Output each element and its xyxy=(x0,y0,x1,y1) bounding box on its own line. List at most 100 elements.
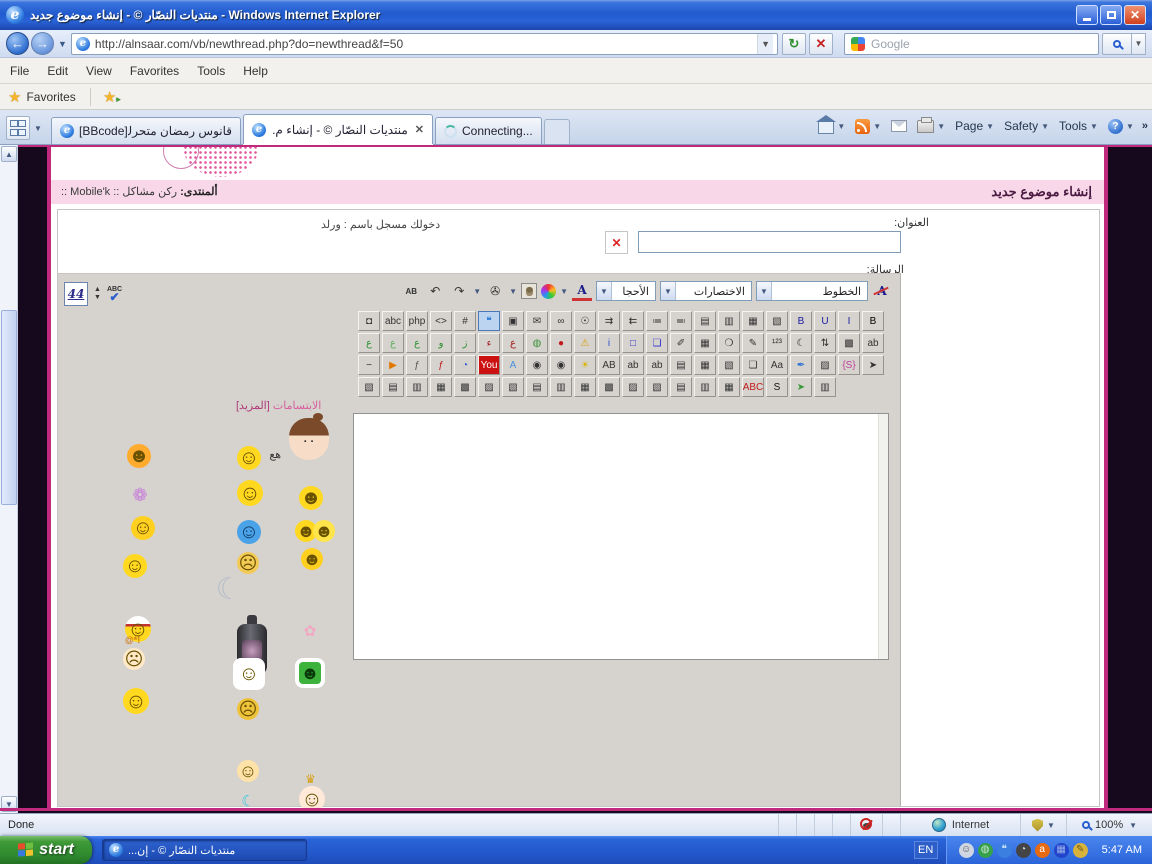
editor-tool-button-r3c18[interactable]: Aa xyxy=(766,355,788,375)
editor-tool-button-r1c2[interactable]: abc xyxy=(382,311,404,331)
editor-tool-button-r3c3[interactable]: ƒ xyxy=(406,355,428,375)
editor-tool-button-r1c12[interactable]: ⇇ xyxy=(622,311,644,331)
read-mail-button[interactable] xyxy=(891,120,907,132)
smiley-plain-13[interactable]: ☾ xyxy=(211,572,247,608)
editor-tool-button-r4c13[interactable]: ▧ xyxy=(646,377,668,397)
editor-tool-button-r3c6[interactable]: You xyxy=(478,355,500,375)
editor-tool-button-r4c20[interactable]: ▥ xyxy=(814,377,836,397)
redo-button[interactable]: ↷ xyxy=(449,281,469,301)
smiley-face-8[interactable]: ☺ xyxy=(237,520,261,544)
editor-tool-button-r4c16[interactable]: ▦ xyxy=(718,377,740,397)
print-button[interactable]: ▼ xyxy=(917,120,945,133)
editor-tool-button-r3c5[interactable]: ◔ xyxy=(454,355,476,375)
editor-tool-button-r4c7[interactable]: ▧ xyxy=(502,377,524,397)
editor-tool-button-r3c9[interactable]: ◉ xyxy=(550,355,572,375)
editor-tool-button-r2c7[interactable]: ع xyxy=(502,333,524,353)
smiley-face-4[interactable]: ☺ xyxy=(237,480,263,506)
font-select[interactable]: ▼الخطوط xyxy=(756,281,868,301)
menu-help[interactable]: Help xyxy=(243,64,268,78)
tray-status-smiley-icon[interactable]: ☺ xyxy=(959,843,974,858)
editor-tool-button-r1c10[interactable]: ☉ xyxy=(574,311,596,331)
back-button[interactable]: ← xyxy=(6,32,29,55)
image-dropdown[interactable]: ▼ xyxy=(509,287,517,296)
start-button[interactable]: start xyxy=(0,836,92,864)
font-color-icon[interactable] xyxy=(541,284,556,299)
editor-tool-button-r3c17[interactable]: ❏ xyxy=(742,355,764,375)
smiley-pair-9[interactable] xyxy=(295,520,335,542)
tab-close-icon[interactable]: ✕ xyxy=(415,123,424,136)
editor-tool-button-r2c21[interactable]: ▩ xyxy=(838,333,860,353)
editor-tool-button-r3c19[interactable]: ✒ xyxy=(790,355,812,375)
breadcrumb[interactable]: ألمنتدى: ركن مشاكل :: Mobile'k :: xyxy=(61,185,218,198)
menu-view[interactable]: View xyxy=(86,64,112,78)
text-direction-button[interactable]: AB xyxy=(401,281,421,301)
shortcuts-select[interactable]: ▼الاختصارات xyxy=(660,281,752,301)
editor-tool-button-r2c9[interactable]: ● xyxy=(550,333,572,353)
forward-button[interactable]: → xyxy=(31,32,54,55)
menu-file[interactable]: File xyxy=(10,64,29,78)
protected-mode-indicator[interactable]: ▼ xyxy=(1020,814,1066,836)
taskbar-window-button[interactable]: e منتديات النصّار © - إن... xyxy=(102,839,307,861)
tray-notes-icon[interactable]: ▦ xyxy=(1054,843,1069,858)
editor-tool-button-r3c20[interactable]: ▨ xyxy=(814,355,836,375)
refresh-button[interactable]: ↻ xyxy=(782,33,806,55)
new-tab-button[interactable] xyxy=(544,119,570,144)
menu-favorites[interactable]: Favorites xyxy=(130,64,179,78)
editor-tool-button-r2c10[interactable]: ⚠ xyxy=(574,333,596,353)
size-select[interactable]: ▼الأحجا xyxy=(596,281,656,301)
attachment-icon[interactable]: ✇ xyxy=(485,281,505,301)
resize-editor-control[interactable]: ▲▼ xyxy=(94,286,101,303)
restore-button[interactable] xyxy=(1100,5,1122,25)
language-indicator[interactable]: EN xyxy=(914,841,938,859)
editor-tool-button-r1c21[interactable]: I xyxy=(838,311,860,331)
editor-tool-button-r2c14[interactable]: ✐ xyxy=(670,333,692,353)
stop-button[interactable]: ✕ xyxy=(809,33,833,55)
editor-tool-button-r4c11[interactable]: ▩ xyxy=(598,377,620,397)
editor-tool-button-r4c3[interactable]: ▥ xyxy=(406,377,428,397)
help-button[interactable]: ?▼ xyxy=(1108,119,1134,134)
font-size-box[interactable]: 44 xyxy=(64,282,88,306)
editor-tool-button-r1c11[interactable]: ⇉ xyxy=(598,311,620,331)
smiley-face-7[interactable]: ☺ xyxy=(131,516,155,540)
editor-tool-button-r3c8[interactable]: ◉ xyxy=(526,355,548,375)
editor-tool-button-r4c14[interactable]: ▤ xyxy=(670,377,692,397)
editor-tool-button-r2c20[interactable]: ⇅ xyxy=(814,333,836,353)
editor-tool-button-r2c12[interactable]: □ xyxy=(622,333,644,353)
search-button[interactable] xyxy=(1102,33,1132,55)
browser-tab-1[interactable]: e[BBcode] قانوس رمضان متحرك... xyxy=(51,117,241,144)
menu-tools[interactable]: Tools xyxy=(197,64,225,78)
browser-tab-2[interactable]: eمنتديات النصّار © - إنشاء م...✕ xyxy=(243,114,433,144)
editor-tool-button-r4c6[interactable]: ▨ xyxy=(478,377,500,397)
smiley-face-24[interactable]: ☺ xyxy=(237,760,259,782)
editor-tool-button-r3c21[interactable]: {S} xyxy=(838,355,860,375)
remove-format-button[interactable]: A xyxy=(872,281,892,301)
editor-tool-button-r1c6[interactable]: ❝ xyxy=(478,311,500,331)
privacy-blocked-indicator[interactable] xyxy=(850,814,882,836)
zoom-control[interactable]: 100% ▼ xyxy=(1066,814,1152,836)
editor-tool-button-r4c17[interactable]: ABC xyxy=(742,377,764,397)
editor-tool-button-r1c19[interactable]: B xyxy=(790,311,812,331)
scroll-up-arrow[interactable]: ▲ xyxy=(1,146,17,162)
insert-image-icon[interactable] xyxy=(521,283,537,299)
editor-tool-button-r4c1[interactable]: ▧ xyxy=(358,377,380,397)
tab-list-dropdown[interactable]: ▼ xyxy=(31,116,45,140)
smiley-boxed-18[interactable]: ☺ xyxy=(237,662,261,686)
editor-tool-button-r4c5[interactable]: ▩ xyxy=(454,377,476,397)
editor-tool-button-r4c2[interactable]: ▤ xyxy=(382,377,404,397)
page-scrollbar[interactable]: ▲ ▼ xyxy=(0,145,18,813)
editor-tool-button-r3c1[interactable]: − xyxy=(358,355,380,375)
smiley-plain-5[interactable]: ❁ xyxy=(129,484,151,506)
smiley-girl-1[interactable] xyxy=(289,418,329,460)
toolbar-overflow-chevron[interactable]: » xyxy=(1142,120,1148,132)
tray-opera-icon[interactable]: a xyxy=(1035,843,1050,858)
quick-tabs-button[interactable] xyxy=(6,116,30,140)
editor-tool-button-r2c8[interactable]: ◍ xyxy=(526,333,548,353)
editor-tool-button-r4c4[interactable]: ▦ xyxy=(430,377,452,397)
address-bar[interactable]: e http://alnsaar.com/vb/newthread.php?do… xyxy=(71,33,778,55)
tray-recorder-icon[interactable]: ◔ xyxy=(1016,843,1031,858)
editor-tool-button-r3c7[interactable]: A xyxy=(502,355,524,375)
menu-edit[interactable]: Edit xyxy=(47,64,68,78)
color-dropdown[interactable]: ▼ xyxy=(560,287,568,296)
search-box[interactable]: Google xyxy=(844,33,1099,55)
editor-tool-button-r1c15[interactable]: ▤ xyxy=(694,311,716,331)
